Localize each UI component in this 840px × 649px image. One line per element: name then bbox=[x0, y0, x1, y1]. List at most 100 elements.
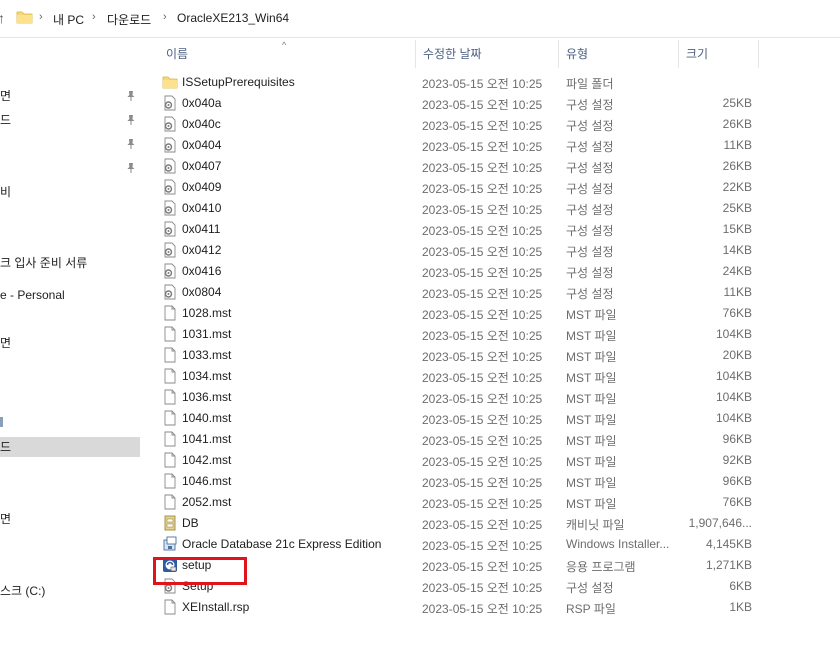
file-row[interactable]: 0x0409 2023-05-15 오전 10:25 구성 설정 22KB bbox=[150, 177, 840, 198]
file-row[interactable]: 1041.mst 2023-05-15 오전 10:25 MST 파일 96KB bbox=[150, 429, 840, 450]
pin-icon[interactable] bbox=[125, 162, 137, 174]
file-date: 2023-05-15 오전 10:25 bbox=[422, 224, 543, 238]
file-date: 2023-05-15 오전 10:25 bbox=[422, 434, 543, 448]
file-row[interactable]: 0x0416 2023-05-15 오전 10:25 구성 설정 24KB bbox=[150, 261, 840, 282]
file-type: MST 파일 bbox=[566, 329, 617, 343]
file-row[interactable]: 2052.mst 2023-05-15 오전 10:25 MST 파일 76KB bbox=[150, 492, 840, 513]
file-type: MST 파일 bbox=[566, 497, 617, 511]
file-row[interactable]: 1033.mst 2023-05-15 오전 10:25 MST 파일 20KB bbox=[150, 345, 840, 366]
nav-item[interactable] bbox=[0, 134, 140, 154]
file-size: 6KB bbox=[729, 579, 752, 593]
file-row[interactable]: XEInstall.rsp 2023-05-15 오전 10:25 RSP 파일 1K… bbox=[150, 597, 840, 618]
nav-item[interactable]: 드 bbox=[0, 110, 140, 130]
file-row[interactable]: 0x0407 2023-05-15 오전 10:25 구성 설정 26KB bbox=[150, 156, 840, 177]
column-size[interactable]: 크기 bbox=[678, 40, 758, 68]
pin-icon[interactable] bbox=[125, 90, 137, 102]
file-row[interactable]: Setup 2023-05-15 오전 10:25 구성 설정 6KB bbox=[150, 576, 840, 597]
file-row[interactable]: 0x040a 2023-05-15 오전 10:25 구성 설정 25KB bbox=[150, 93, 840, 114]
file-row[interactable]: 1034.mst 2023-05-15 오전 10:25 MST 파일 104KB bbox=[150, 366, 840, 387]
breadcrumb-separator: › bbox=[163, 11, 167, 23]
up-arrow-icon[interactable]: ↑ bbox=[0, 10, 5, 26]
nav-item-label: 면 bbox=[0, 89, 12, 103]
file-name: 1046.mst bbox=[182, 474, 232, 488]
settings-file-icon bbox=[162, 221, 178, 237]
nav-item[interactable]: 스크 (C:) bbox=[0, 581, 140, 601]
nav-item[interactable]: 드 bbox=[0, 437, 140, 457]
column-type[interactable]: 유형 bbox=[558, 40, 678, 68]
breadcrumb-downloads[interactable]: 다운로드 bbox=[107, 11, 151, 28]
file-type: 구성 설정 bbox=[566, 245, 614, 259]
blank-file-icon bbox=[162, 452, 178, 468]
file-name: 0x0404 bbox=[182, 138, 222, 152]
file-row[interactable]: 0x0412 2023-05-15 오전 10:25 구성 설정 14KB bbox=[150, 240, 840, 261]
nav-item-label: 비 bbox=[0, 185, 12, 199]
blank-file-icon bbox=[162, 473, 178, 489]
file-type: Windows Installer... bbox=[566, 537, 670, 551]
file-size: 96KB bbox=[722, 474, 752, 488]
navigation-pane: 면드비크 입사 준비 서류 e - Personal 면 드 면 스크 (C:) bbox=[0, 38, 142, 649]
file-row[interactable]: 0x0411 2023-05-15 오전 10:25 구성 설정 15KB bbox=[150, 219, 840, 240]
file-row[interactable]: Oracle Database 21c Express Edition 2023-… bbox=[150, 534, 840, 555]
blank-file-icon bbox=[162, 599, 178, 615]
cabinet-file-icon bbox=[162, 515, 178, 531]
file-type: 구성 설정 bbox=[566, 98, 614, 112]
file-name: 0x040a bbox=[182, 96, 222, 110]
address-bar[interactable]: ↑ › 내 PC › 다운로드 › OracleXE213_Win64 bbox=[0, 0, 840, 38]
file-size: 22KB bbox=[722, 180, 752, 194]
nav-item[interactable]: 크 입사 준비 서류 bbox=[0, 253, 140, 273]
nav-item-label: 드 bbox=[0, 113, 12, 127]
blank-file-icon bbox=[162, 368, 178, 384]
file-row[interactable]: 0x0804 2023-05-15 오전 10:25 구성 설정 11KB bbox=[150, 282, 840, 303]
file-row[interactable]: 0x040c 2023-05-15 오전 10:25 구성 설정 26KB bbox=[150, 114, 840, 135]
blank-file-icon bbox=[162, 494, 178, 510]
file-row[interactable]: 1042.mst 2023-05-15 오전 10:25 MST 파일 92KB bbox=[150, 450, 840, 471]
file-type: MST 파일 bbox=[566, 434, 617, 448]
settings-file-icon bbox=[162, 200, 178, 216]
file-size: 4,145KB bbox=[705, 537, 752, 551]
nav-item[interactable]: 면 bbox=[0, 509, 140, 529]
pin-icon[interactable] bbox=[125, 138, 137, 150]
nav-item[interactable]: 면 bbox=[0, 333, 140, 353]
file-date: 2023-05-15 오전 10:25 bbox=[422, 329, 543, 343]
settings-file-icon bbox=[162, 242, 178, 258]
nav-item[interactable]: 면 bbox=[0, 86, 140, 106]
file-row[interactable]: 1036.mst 2023-05-15 오전 10:25 MST 파일 104KB bbox=[150, 387, 840, 408]
file-row[interactable]: 1031.mst 2023-05-15 오전 10:25 MST 파일 104KB bbox=[150, 324, 840, 345]
file-row[interactable]: ISSetupPrerequisites 2023-05-15 오전 10:25 파… bbox=[150, 72, 840, 93]
file-size: 11KB bbox=[723, 285, 752, 299]
file-date: 2023-05-15 오전 10:25 bbox=[422, 392, 543, 406]
column-divider[interactable] bbox=[758, 40, 759, 68]
file-row[interactable]: 1046.mst 2023-05-15 오전 10:25 MST 파일 96KB bbox=[150, 471, 840, 492]
file-row[interactable]: DB 2023-05-15 오전 10:25 캐비닛 파일 1,907,646... bbox=[150, 513, 840, 534]
file-date: 2023-05-15 오전 10:25 bbox=[422, 581, 543, 595]
nav-drive-marker bbox=[0, 417, 3, 427]
file-row[interactable]: 1028.mst 2023-05-15 오전 10:25 MST 파일 76KB bbox=[150, 303, 840, 324]
file-type: 구성 설정 bbox=[566, 119, 614, 133]
file-size: 104KB bbox=[715, 411, 752, 425]
pin-icon[interactable] bbox=[125, 114, 137, 126]
nav-item-label: 스크 (C:) bbox=[0, 584, 46, 598]
file-date: 2023-05-15 오전 10:25 bbox=[422, 497, 543, 511]
nav-item[interactable]: 비 bbox=[0, 182, 140, 202]
file-row[interactable]: 1040.mst 2023-05-15 오전 10:25 MST 파일 104KB bbox=[150, 408, 840, 429]
column-name[interactable]: 이름 bbox=[158, 40, 415, 68]
file-type: 구성 설정 bbox=[566, 581, 614, 595]
file-row[interactable]: 0x0410 2023-05-15 오전 10:25 구성 설정 25KB bbox=[150, 198, 840, 219]
file-date: 2023-05-15 오전 10:25 bbox=[422, 413, 543, 427]
breadcrumb-separator: › bbox=[92, 11, 96, 23]
file-size: 25KB bbox=[722, 201, 752, 215]
file-row[interactable]: setup 2023-05-15 오전 10:25 응용 프로그램 1,271KB bbox=[150, 555, 840, 576]
breadcrumb-this-pc[interactable]: 내 PC bbox=[53, 11, 84, 28]
file-size: 26KB bbox=[722, 159, 752, 173]
column-date[interactable]: 수정한 날짜 bbox=[415, 40, 558, 68]
file-date: 2023-05-15 오전 10:25 bbox=[422, 245, 543, 259]
file-date: 2023-05-15 오전 10:25 bbox=[422, 539, 543, 553]
file-name: 0x0804 bbox=[182, 285, 222, 299]
file-row[interactable]: 0x0404 2023-05-15 오전 10:25 구성 설정 11KB bbox=[150, 135, 840, 156]
file-size: 1,907,646... bbox=[688, 516, 752, 530]
nav-item[interactable] bbox=[0, 158, 140, 178]
file-date: 2023-05-15 오전 10:25 bbox=[422, 140, 543, 154]
breadcrumb-current-folder[interactable]: OracleXE213_Win64 bbox=[177, 11, 289, 25]
nav-item[interactable]: e - Personal bbox=[0, 285, 140, 305]
file-date: 2023-05-15 오전 10:25 bbox=[422, 602, 543, 616]
